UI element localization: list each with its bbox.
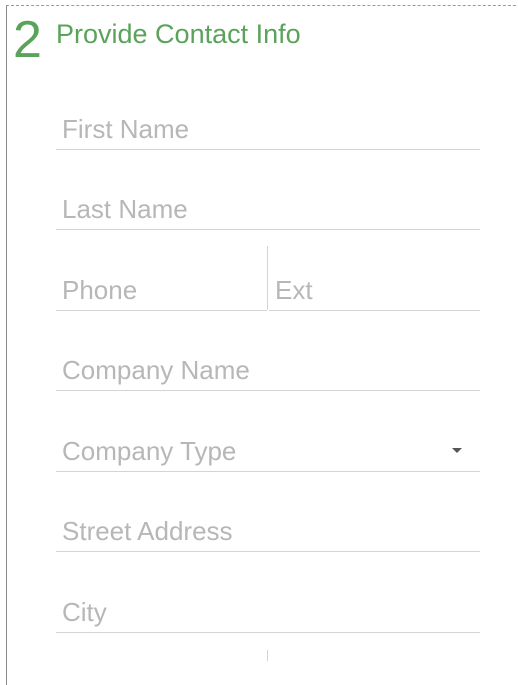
first-name-input[interactable] [56,110,480,148]
first-name-field[interactable] [56,110,480,150]
ext-field[interactable] [269,271,480,311]
caret-down-icon[interactable] [452,448,462,453]
company-name-field[interactable] [56,351,480,391]
phone-input[interactable] [56,271,267,309]
city-input[interactable] [56,593,480,631]
last-name-field[interactable] [56,190,480,230]
last-name-input[interactable] [56,190,480,228]
form-section-frame [6,5,518,685]
phone-ext-divider [267,246,268,310]
company-name-input[interactable] [56,351,480,389]
company-type-select[interactable] [56,432,480,470]
next-row-divider [267,650,268,661]
phone-field[interactable] [56,271,267,311]
step-number: 2 [13,11,42,69]
ext-input[interactable] [269,271,480,309]
street-address-field[interactable] [56,512,480,552]
company-type-field[interactable] [56,432,480,472]
city-field[interactable] [56,593,480,633]
street-address-input[interactable] [56,512,480,550]
section-title: Provide Contact Info [56,19,301,49]
